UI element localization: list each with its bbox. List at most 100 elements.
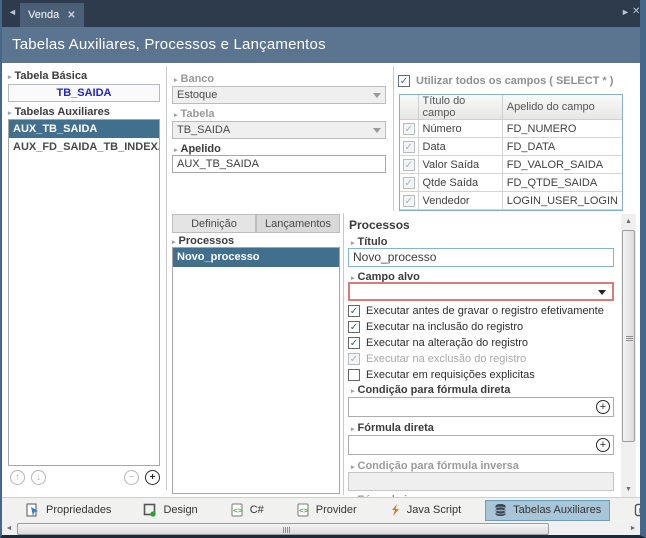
add-condition-icon[interactable]: + (596, 400, 610, 414)
option-row: ✓ Executar na exclusão do registro (348, 353, 526, 365)
app-window: ◄ Venda ✕ ► ✕ Tabelas Auxiliares, Proces… (0, 0, 646, 538)
field-checkbox[interactable]: ✓ (403, 141, 415, 153)
tab-lancamentos[interactable]: Lançamentos (256, 214, 340, 233)
chevron-down-icon (598, 290, 606, 295)
tab-close-icon[interactable]: ✕ (67, 10, 75, 21)
campo-alvo-select[interactable] (348, 282, 614, 301)
cond-formula-direta-label: ▸Condição para fórmula direta (351, 384, 510, 396)
tab-label: Venda (28, 9, 59, 21)
chevron-down-icon (373, 128, 381, 133)
select-column-header[interactable] (400, 95, 418, 120)
splitter-top-right[interactable] (393, 66, 394, 211)
database-icon (494, 503, 507, 517)
banco-label: ▸Banco (174, 73, 214, 85)
parametros-button[interactable]: Parâmetr (626, 500, 646, 521)
tabs-scroll-left-icon[interactable]: ◄ (8, 7, 17, 17)
option-row: ✓ Executar na alteração do registro (348, 337, 528, 349)
scroll-grip (626, 336, 633, 342)
table-row[interactable]: ✓ DataFD_DATA (400, 138, 622, 156)
table-row[interactable]: ✓ Qtde SaídaFD_QTDE_SAIDA (400, 174, 622, 192)
table-row[interactable]: ✓ Valor SaídaFD_VALOR_SAIDA (400, 156, 622, 174)
aux-tables-label: ▸Tabelas Auxiliares (8, 106, 110, 118)
code-icon: <> (230, 503, 244, 517)
field-checkbox[interactable]: ✓ (403, 177, 415, 189)
formula-direta-label: ▸Fórmula direta (351, 422, 434, 434)
tabs-scroll-right-icon[interactable]: ► (621, 7, 630, 17)
tab-strip: ◄ Venda ✕ ► ✕ (0, 0, 646, 27)
expander-icon: ▸ (351, 240, 355, 247)
use-all-fields-checkbox[interactable]: ✓ (398, 75, 410, 87)
code-icon: <> (296, 503, 310, 517)
propriedades-button[interactable]: Propriedades (18, 500, 119, 521)
expander-icon: ▸ (351, 275, 355, 282)
cond-formula-direta-input[interactable]: + (348, 397, 614, 417)
option-row: Executar em requisições explicitas (348, 369, 535, 381)
apelido-input[interactable]: AUX_TB_SAIDA (172, 155, 386, 173)
horizontal-scrollbar[interactable]: ◄ ► (2, 522, 640, 536)
table-header-row: Título do campo Apelido do campo (400, 95, 622, 120)
option-row: ✓ Executar antes de gravar o registro ef… (348, 305, 604, 317)
option-row: ✓ Executar na inclusão do registro (348, 321, 523, 333)
basic-table-label: ▸Tabela Básica (8, 70, 87, 82)
tabela-select[interactable]: TB_SAIDA (172, 121, 386, 139)
titulo-input[interactable]: Novo_processo (348, 248, 614, 267)
svg-text:<>: <> (299, 506, 309, 515)
formula-direta-input[interactable]: + (348, 435, 614, 455)
apelido-label: ▸Apelido (174, 143, 221, 155)
vertical-scroll-thumb[interactable] (622, 230, 635, 442)
cond-formula-inversa-input (348, 472, 614, 491)
field-checkbox[interactable]: ✓ (403, 123, 415, 135)
add-table-button[interactable]: + (145, 470, 160, 485)
bottom-toolbar: Propriedades Design <> C# <> Provider (2, 497, 640, 522)
vertical-scrollbar[interactable]: ▲ ▼ (621, 214, 636, 497)
scroll-right-icon[interactable]: ► (626, 522, 640, 536)
page-title: Tabelas Auxiliares, Processos e Lançamen… (12, 36, 326, 53)
scroll-left-icon[interactable]: ◄ (2, 522, 16, 536)
move-down-button[interactable]: ↓ (31, 470, 46, 485)
expander-icon: ▸ (351, 426, 355, 433)
design-button[interactable]: Design (135, 500, 205, 521)
field-checkbox[interactable]: ✓ (403, 195, 415, 207)
processos-list: Novo_processo (172, 247, 340, 494)
splitter-left[interactable] (166, 66, 167, 490)
splitter-bottom-right[interactable] (343, 213, 344, 495)
tabela-label: ▸Tabela (174, 108, 215, 120)
titulo-label: ▸Título (351, 236, 387, 248)
horizontal-scroll-thumb[interactable] (17, 523, 549, 535)
table-row[interactable]: ✓ VendedorLOGIN_USER_LOGIN (400, 192, 622, 210)
script-icon (389, 503, 401, 517)
table-row[interactable]: ✓ NúmeroFD_NUMERO (400, 120, 622, 138)
field-checkbox[interactable]: ✓ (403, 159, 415, 171)
list-item[interactable]: AUX_FD_SAIDA_TB_INDEXA (9, 138, 159, 156)
scroll-down-icon[interactable]: ▼ (621, 482, 636, 497)
scroll-up-icon[interactable]: ▲ (621, 214, 636, 229)
basic-table-value[interactable]: TB_SAIDA (8, 84, 160, 102)
add-formula-icon[interactable]: + (596, 438, 610, 452)
design-icon (143, 503, 157, 517)
banco-select[interactable]: Estoque (172, 86, 386, 104)
chevron-down-icon (373, 93, 381, 98)
exec-requisicoes-checkbox[interactable] (348, 369, 360, 381)
expander-icon: ▸ (174, 112, 178, 119)
window-close-icon[interactable]: ✕ (632, 6, 640, 17)
titulo-column-header[interactable]: Título do campo (418, 95, 502, 120)
exec-inclusao-checkbox[interactable]: ✓ (348, 321, 360, 333)
remove-table-button[interactable]: − (124, 470, 139, 485)
use-all-fields-row: ✓ Utilizar todos os campos ( SELECT * ) (398, 75, 613, 87)
apelido-column-header[interactable]: Apelido do campo (502, 95, 622, 120)
exec-antes-gravar-checkbox[interactable]: ✓ (348, 305, 360, 317)
exec-alteracao-checkbox[interactable]: ✓ (348, 337, 360, 349)
expander-icon: ▸ (351, 388, 355, 395)
tab-venda[interactable]: Venda ✕ (20, 3, 84, 27)
csharp-button[interactable]: <> C# (222, 500, 272, 521)
expander-icon: ▸ (8, 110, 12, 117)
provider-button[interactable]: <> Provider (288, 500, 365, 521)
javascript-button[interactable]: Java Script (381, 500, 469, 521)
list-item[interactable]: Novo_processo (173, 248, 339, 267)
parameters-icon (634, 503, 646, 517)
cond-formula-inversa-label: ▸Condição para fórmula inversa (351, 460, 519, 472)
tab-definicao[interactable]: Definição (172, 214, 256, 233)
tabelas-auxiliares-button[interactable]: Tabelas Auxiliares (485, 500, 610, 521)
list-item[interactable]: AUX_TB_SAIDA (9, 120, 159, 138)
move-up-button[interactable]: ↑ (10, 470, 25, 485)
